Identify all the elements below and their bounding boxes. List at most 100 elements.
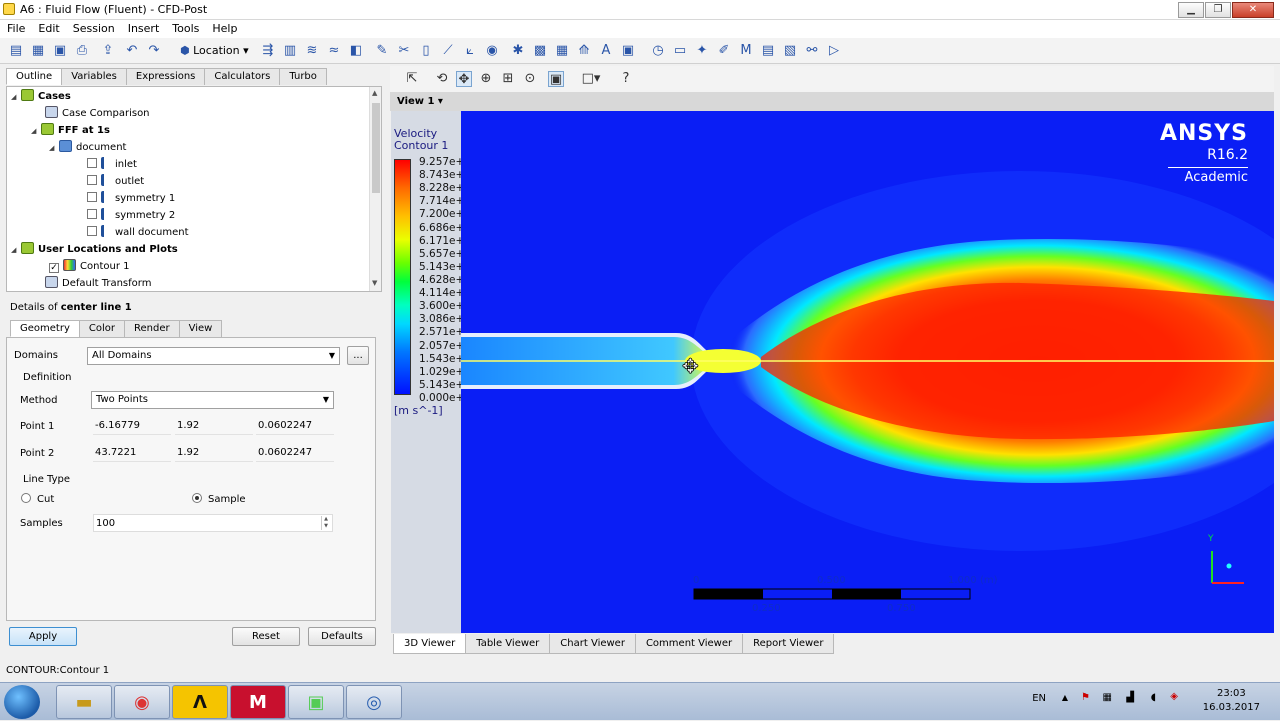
plane-icon[interactable]: ▯ xyxy=(418,43,434,59)
minimize-button[interactable]: ▁ xyxy=(1178,2,1204,18)
tree-item-cases[interactable]: ◢ Cases xyxy=(11,89,71,105)
collapse-icon[interactable]: ◢ xyxy=(49,140,59,156)
point1-y-input[interactable]: 1.92 xyxy=(175,417,253,435)
scroll-up-icon[interactable]: ▲ xyxy=(372,89,377,97)
tab-3d-viewer[interactable]: 3D Viewer xyxy=(393,634,467,654)
start-button[interactable] xyxy=(4,685,40,719)
tree-item-outlet[interactable]: outlet xyxy=(87,174,144,190)
samples-input[interactable]: 100 ▲ ▼ xyxy=(93,514,333,532)
maximize-button[interactable]: ❐ xyxy=(1205,2,1231,18)
chrome-taskbar-icon[interactable]: ◉ xyxy=(114,685,170,719)
close-button[interactable]: ✕ xyxy=(1232,2,1274,18)
visibility-checkbox[interactable]: ✓ xyxy=(49,263,59,273)
visibility-checkbox[interactable] xyxy=(87,175,97,185)
tab-report-viewer[interactable]: Report Viewer xyxy=(742,634,835,654)
point2-y-input[interactable]: 1.92 xyxy=(175,444,253,462)
probe-icon[interactable]: ✐ xyxy=(716,43,732,59)
point2-z-input[interactable]: 0.0602247 xyxy=(256,444,334,462)
menu-insert[interactable]: Insert xyxy=(121,20,166,35)
menu-session[interactable]: Session xyxy=(66,20,121,35)
tab-comment-viewer[interactable]: Comment Viewer xyxy=(634,634,744,654)
tab-geometry[interactable]: Geometry xyxy=(10,320,80,337)
tab-color[interactable]: Color xyxy=(78,320,125,337)
image-icon[interactable]: ▣ xyxy=(620,43,636,59)
spinner-icon[interactable]: ▲ ▼ xyxy=(321,516,330,530)
tree-item-document[interactable]: ◢ document xyxy=(49,140,126,156)
tab-turbo[interactable]: Turbo xyxy=(279,68,327,85)
visibility-checkbox[interactable] xyxy=(87,226,97,236)
turbo-icon[interactable]: ✱ xyxy=(510,43,526,59)
save-icon[interactable]: ▣ xyxy=(52,43,68,59)
zoom-fit-icon[interactable]: ⊙ xyxy=(522,71,538,87)
tab-render[interactable]: Render xyxy=(123,320,180,337)
quick-edit-icon[interactable]: ✦ xyxy=(694,43,710,59)
redo-icon[interactable]: ↷ xyxy=(146,43,162,59)
domains-ellipsis-button[interactable]: ... xyxy=(347,346,369,365)
defaults-button[interactable]: Defaults xyxy=(308,627,376,646)
viewer-taskbar-icon[interactable]: ◎ xyxy=(346,685,402,719)
tree-item-user-locations[interactable]: ◢ User Locations and Plots xyxy=(11,242,178,258)
tab-variables[interactable]: Variables xyxy=(61,68,127,85)
contour-icon[interactable]: ▥ xyxy=(282,43,298,59)
location-menu[interactable]: ⬢ Location ▾ xyxy=(180,42,249,60)
export-icon[interactable]: ⇪ xyxy=(100,43,116,59)
tab-calculators[interactable]: Calculators xyxy=(204,68,281,85)
point1-z-input[interactable]: 0.0602247 xyxy=(256,417,334,435)
reset-button[interactable]: Reset xyxy=(232,627,300,646)
menu-tools[interactable]: Tools xyxy=(165,20,205,35)
acrobat-icon[interactable]: ◈ xyxy=(1170,691,1178,702)
open-icon[interactable]: ▦ xyxy=(30,43,46,59)
tray-expand-icon[interactable]: ▲ xyxy=(1062,693,1068,702)
clock[interactable]: 23:03 16.03.2017 xyxy=(1203,687,1260,715)
volume-icon[interactable]: ◖ xyxy=(1151,692,1156,703)
menu-edit[interactable]: Edit xyxy=(31,20,65,35)
collapse-icon[interactable]: ◢ xyxy=(31,123,41,139)
tree-item-inlet[interactable]: inlet xyxy=(87,157,137,173)
tab-chart-viewer[interactable]: Chart Viewer xyxy=(549,634,636,654)
3d-viewport[interactable]: ✥ 0 0.500 1.000 (m) 0.250 0.750 Y ANSYS … xyxy=(461,111,1274,633)
scroll-down-icon[interactable]: ▼ xyxy=(372,279,377,287)
vector-icon[interactable]: ⇶ xyxy=(260,43,276,59)
load-state-icon[interactable]: ▤ xyxy=(8,43,24,59)
collapse-icon[interactable]: ◢ xyxy=(11,242,21,258)
volume-render-icon[interactable]: ◧ xyxy=(348,43,364,59)
surface-icon[interactable]: ◉ xyxy=(484,43,500,59)
rotate-icon[interactable]: ⟲ xyxy=(434,71,450,87)
domains-select[interactable]: All Domains ▼ xyxy=(87,347,340,365)
collapse-icon[interactable]: ◢ xyxy=(11,89,21,105)
tab-table-viewer[interactable]: Table Viewer xyxy=(465,634,551,654)
network-icon[interactable]: ▦ xyxy=(1103,692,1112,703)
variables-icon[interactable]: ▧ xyxy=(782,43,798,59)
streamline-icon[interactable]: ≋ xyxy=(304,43,320,59)
point2-x-input[interactable]: 43.7221 xyxy=(93,444,171,462)
tree-item-symmetry-2[interactable]: symmetry 2 xyxy=(87,208,175,224)
tree-item-symmetry-1[interactable]: symmetry 1 xyxy=(87,191,175,207)
tree-scrollbar[interactable]: ▲ ▼ xyxy=(369,87,381,291)
help-pointer-icon[interactable]: ? xyxy=(618,71,634,87)
case-compare-icon[interactable]: ⚯ xyxy=(804,43,820,59)
viewport-layout-icon[interactable]: □▾ xyxy=(576,71,606,87)
tab-outline[interactable]: Outline xyxy=(6,68,63,85)
undo-icon[interactable]: ↶ xyxy=(124,43,140,59)
point1-x-input[interactable]: -6.16779 xyxy=(93,417,171,435)
tree-item-case-comparison[interactable]: Case Comparison xyxy=(45,106,150,122)
visibility-checkbox[interactable] xyxy=(87,158,97,168)
mail-taskbar-icon[interactable]: M xyxy=(230,685,286,719)
zoom-box-icon[interactable]: ⊞ xyxy=(500,71,516,87)
highlight-icon[interactable]: ▣ xyxy=(548,71,564,87)
sample-radio[interactable]: Sample xyxy=(192,493,246,505)
cfd-post-taskbar-icon[interactable]: ▣ xyxy=(288,685,344,719)
view-selector[interactable]: View 1 ▾ xyxy=(390,92,1274,111)
tree-item-default-transform[interactable]: Default Transform xyxy=(45,276,151,292)
isosurface-icon[interactable]: ✎ xyxy=(374,43,390,59)
apply-button[interactable]: Apply xyxy=(9,627,77,646)
tree-item-fff[interactable]: ◢ FFF at 1s xyxy=(31,123,110,139)
tab-view[interactable]: View xyxy=(178,320,223,337)
menu-file[interactable]: File xyxy=(0,20,31,35)
macro-icon[interactable]: M xyxy=(738,43,754,59)
particle-track-icon[interactable]: ≈ xyxy=(326,43,342,59)
language-indicator[interactable]: EN xyxy=(1032,693,1046,704)
select-icon[interactable]: ⇱ xyxy=(404,71,420,87)
cut-radio[interactable]: Cut xyxy=(21,493,54,505)
signal-icon[interactable]: ▟ xyxy=(1126,692,1134,703)
